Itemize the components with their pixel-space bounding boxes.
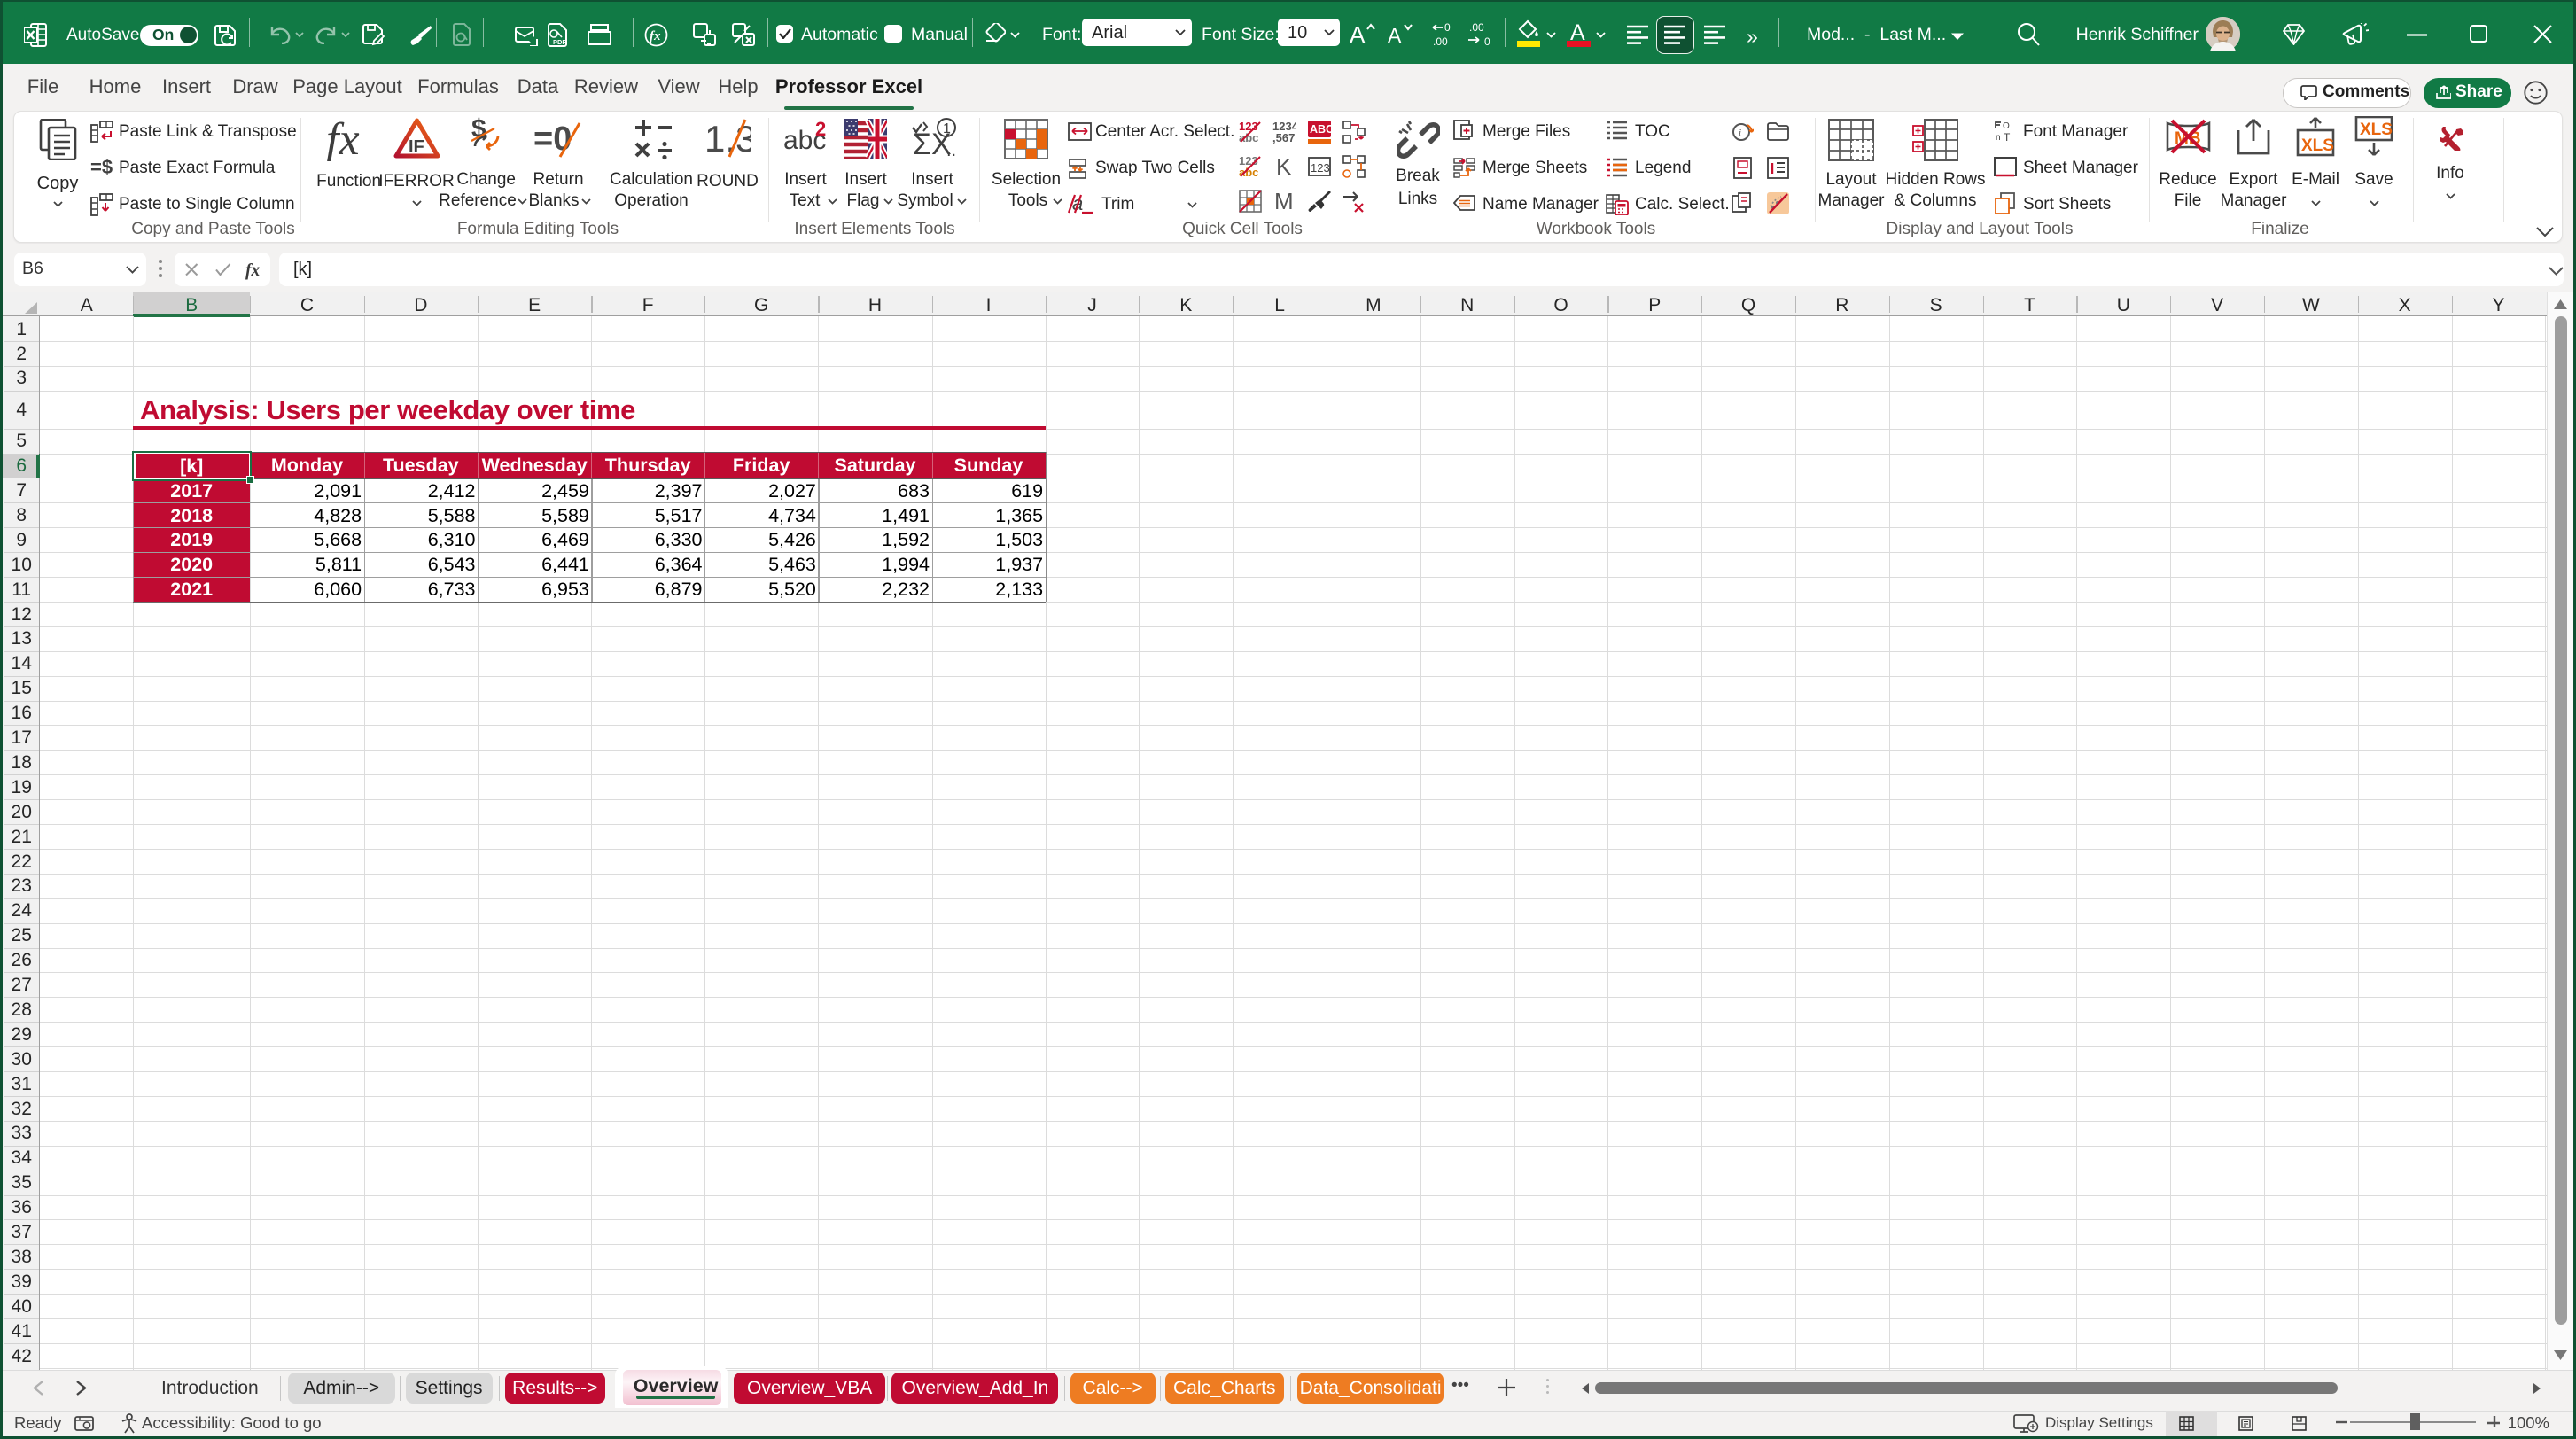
svg-text:PDF: PDF: [553, 38, 566, 46]
svg-text:XLS: XLS: [2301, 136, 2334, 155]
svg-text:1: 1: [943, 121, 951, 136]
svg-text:.00: .00: [1433, 35, 1448, 47]
svg-text:A: A: [1350, 21, 1366, 47]
svg-text:fx: fx: [326, 117, 360, 161]
svg-text:fx: fx: [650, 29, 661, 43]
svg-text:0: 0: [1444, 22, 1451, 34]
svg-text:T: T: [2004, 131, 2011, 143]
svg-text:,567: ,567: [1272, 131, 1295, 144]
svg-text:0: 0: [1484, 35, 1490, 47]
svg-text:=0: =0: [533, 121, 572, 158]
svg-text:O: O: [2003, 121, 2010, 131]
svg-text:A: A: [1388, 24, 1402, 47]
svg-text:...: ...: [946, 141, 957, 160]
svg-text:IF: IF: [409, 137, 424, 157]
svg-text:2: 2: [815, 120, 826, 140]
svg-text:n: n: [1996, 133, 2001, 143]
svg-text:fx: fx: [245, 261, 260, 280]
svg-text:.00: .00: [1469, 22, 1484, 34]
svg-text:ABC: ABC: [1310, 123, 1331, 136]
svg-text:XLS: XLS: [2360, 121, 2393, 139]
svg-text:i: i: [1739, 128, 1741, 138]
